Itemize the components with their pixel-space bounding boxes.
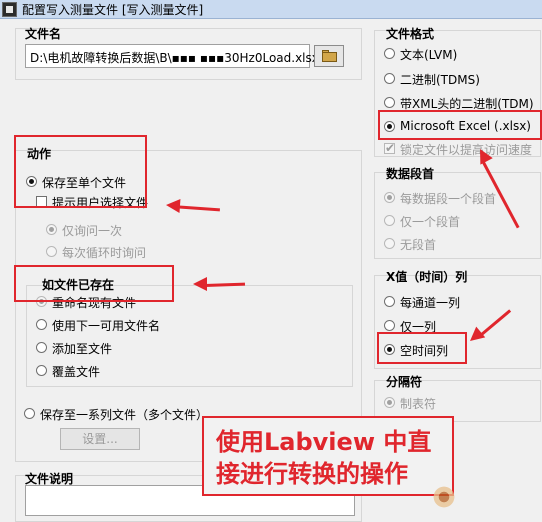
lock-file-label: 锁定文件以提高访问速度 xyxy=(400,143,533,157)
file-path-input[interactable]: D:\电机故障转换后数据\B\▪▪▪ ▪▪▪30Hz0Load.xlsx xyxy=(25,44,319,68)
next-available-radio[interactable] xyxy=(36,319,47,330)
segment-each-radio[interactable] xyxy=(384,192,395,203)
segment-each-label: 每数据段一个段首 xyxy=(400,192,497,206)
x-column-heading: X值（时间）列 xyxy=(386,270,468,284)
xlsx-highlight-box xyxy=(378,110,542,140)
separator-tab-radio[interactable] xyxy=(384,397,395,408)
annotation-banner-text: 使用Labview 中直接进行转换的操作 xyxy=(216,428,432,488)
ask-once-radio[interactable] xyxy=(46,224,57,235)
action-highlight-box xyxy=(14,135,147,208)
next-available-label: 使用下一可用文件名 xyxy=(52,319,161,333)
format-tdm-radio[interactable] xyxy=(384,97,395,108)
browse-folder-button[interactable] xyxy=(314,45,344,67)
empty-time-highlight-box xyxy=(377,332,467,364)
append-file-label: 添加至文件 xyxy=(52,342,113,356)
overwrite-file-label: 覆盖文件 xyxy=(52,365,101,379)
save-series-label: 保存至一系列文件（多个文件） xyxy=(40,408,209,422)
file-path-value: D:\电机故障转换后数据\B\▪▪▪ ▪▪▪30Hz0Load.xlsx xyxy=(30,51,319,65)
annotation-banner: 使用Labview 中直接进行转换的操作 xyxy=(202,416,454,496)
x-per-channel-radio[interactable] xyxy=(384,296,395,307)
window-title: 配置写入测量文件 [写入测量文件] xyxy=(22,3,204,17)
format-lvm-label: 文本(LVM) xyxy=(400,48,458,62)
x-per-channel-label: 每通道一列 xyxy=(400,296,461,310)
file-format-heading: 文件格式 xyxy=(386,27,435,41)
if-exists-highlight-box xyxy=(14,265,174,302)
separator-tab-label: 制表符 xyxy=(400,397,437,411)
segment-one-label: 仅一个段首 xyxy=(400,215,461,229)
watermark-logo xyxy=(432,485,456,509)
separator-heading: 分隔符 xyxy=(386,375,423,389)
app-icon xyxy=(2,2,17,17)
overwrite-file-radio[interactable] xyxy=(36,365,47,376)
ask-each-loop-label: 每次循环时询问 xyxy=(62,246,147,260)
title-bar: 配置写入测量文件 [写入测量文件] xyxy=(0,0,542,19)
x-one-column-radio[interactable] xyxy=(384,320,395,331)
segment-none-label: 无段首 xyxy=(400,238,437,252)
append-file-radio[interactable] xyxy=(36,342,47,353)
ask-each-loop-radio[interactable] xyxy=(46,246,57,257)
segment-none-radio[interactable] xyxy=(384,238,395,249)
segment-heading: 数据段首 xyxy=(386,167,435,181)
check-icon: ✔ xyxy=(385,141,396,155)
lock-file-checkbox[interactable]: ✔ xyxy=(384,141,396,155)
format-tdms-radio[interactable] xyxy=(384,73,395,84)
save-series-radio[interactable] xyxy=(24,408,35,419)
format-tdms-label: 二进制(TDMS) xyxy=(400,73,480,87)
file-name-heading: 文件名 xyxy=(25,27,62,41)
format-lvm-radio[interactable] xyxy=(384,48,395,59)
segment-one-radio[interactable] xyxy=(384,215,395,226)
ask-once-label: 仅询问一次 xyxy=(62,224,123,238)
settings-button[interactable]: 设置... xyxy=(60,428,140,450)
